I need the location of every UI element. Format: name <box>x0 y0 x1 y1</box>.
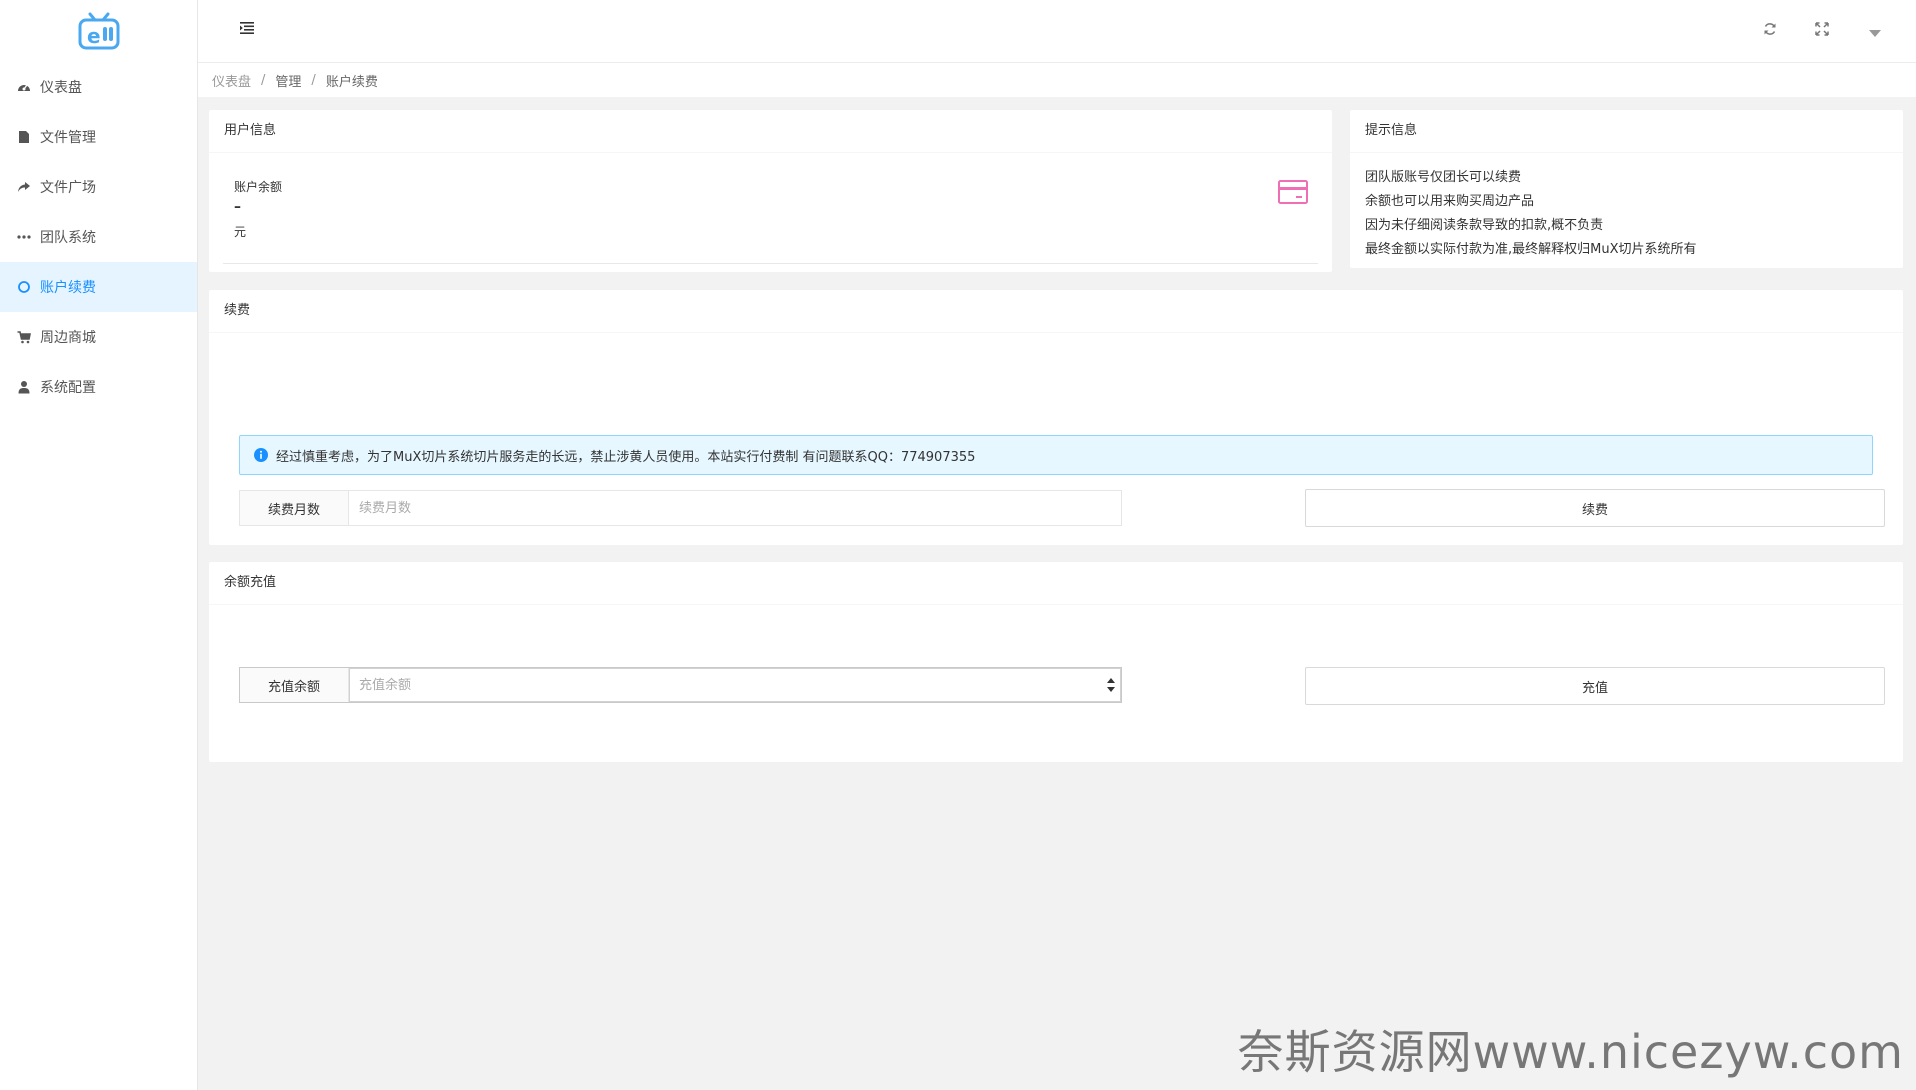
breadcrumb-separator: / <box>261 72 266 88</box>
tv-logo-icon: e <box>78 12 119 50</box>
watermark: 奈斯资源网www.nicezyw.com <box>1237 1025 1904 1079</box>
breadcrumb-item-current: 账户续费 <box>325 74 378 90</box>
menu-fold-icon[interactable] <box>240 22 254 38</box>
tips-card: 提示信息 团队版账号仅团长可以续费 余额也可以用来购买周边产品 因为未仔细阅读条… <box>1350 110 1903 268</box>
sidebar: e 仪表盘 文件管理 文件广场 团队系统 账户续费 周边商城 系统配置 <box>0 0 198 1090</box>
balance-unit: 元 <box>234 225 247 239</box>
renew-card: 续费 经过慎重考虑，为了MuX切片系统切片服务走的长远，禁止涉黄人员使用。本站实… <box>209 290 1903 545</box>
user-info-card: 用户信息 账户余额 – 元 <box>209 110 1332 272</box>
sidebar-item-label: 团队系统 <box>40 230 96 246</box>
user-info-title: 用户信息 <box>209 110 1332 153</box>
breadcrumb-item-manage[interactable]: 管理 <box>275 71 301 90</box>
renew-notice: 经过慎重考虑，为了MuX切片系统切片服务走的长远，禁止涉黄人员使用。本站实行付费… <box>239 435 1873 475</box>
sidebar-item-label: 文件广场 <box>40 180 96 196</box>
tip-line: 团队版账号仅团长可以续费 <box>1365 170 1522 185</box>
sidebar-item-file-square[interactable]: 文件广场 <box>0 162 197 212</box>
sidebar-item-renew[interactable]: 账户续费 <box>0 262 197 312</box>
tips-body: 团队版账号仅团长可以续费 余额也可以用来购买周边产品 因为未仔细阅读条款导致的扣… <box>1350 153 1903 269</box>
dashboard-icon <box>16 79 32 95</box>
cart-icon <box>16 329 32 345</box>
tip-line: 因为未仔细阅读条款导致的扣款,概不负责 <box>1365 218 1604 233</box>
sidebar-item-dashboard[interactable]: 仪表盘 <box>0 62 197 112</box>
renew-months-label: 续费月数 <box>240 491 349 525</box>
top-bar <box>198 0 1916 63</box>
balance-divider <box>223 263 1318 264</box>
info-icon <box>254 448 268 462</box>
balance-value: – <box>234 199 241 215</box>
number-spinner-icon[interactable] <box>1107 678 1115 696</box>
renew-months-input[interactable] <box>349 491 1121 525</box>
sidebar-item-label: 系统配置 <box>40 380 96 396</box>
sidebar-item-label: 仪表盘 <box>40 80 82 96</box>
renew-months-group: 续费月数 <box>239 490 1122 526</box>
recharge-card: 余额充值 充值余额 充值 <box>209 562 1903 762</box>
file-icon <box>16 129 32 145</box>
user-icon <box>16 379 32 395</box>
recharge-amount-label: 充值余额 <box>240 668 349 702</box>
fullscreen-icon[interactable] <box>1815 22 1829 40</box>
refresh-icon[interactable] <box>1763 22 1777 40</box>
breadcrumb-separator: / <box>311 72 316 88</box>
svg-text:e: e <box>87 24 101 48</box>
tips-title: 提示信息 <box>1350 110 1903 153</box>
more-icon <box>16 229 32 245</box>
sidebar-nav: 仪表盘 文件管理 文件广场 团队系统 账户续费 周边商城 系统配置 <box>0 62 197 412</box>
recharge-amount-group: 充值余额 <box>239 667 1122 703</box>
breadcrumb-item-dashboard[interactable]: 仪表盘 <box>212 71 251 90</box>
renew-title: 续费 <box>209 290 1903 333</box>
sidebar-item-config[interactable]: 系统配置 <box>0 362 197 412</box>
recharge-amount-input[interactable] <box>349 668 1121 702</box>
sidebar-item-label: 文件管理 <box>40 130 96 146</box>
recharge-body: 充值余额 充值 <box>209 605 1903 763</box>
user-info-body: 账户余额 – 元 <box>209 153 1332 273</box>
tips-list: 团队版账号仅团长可以续费 余额也可以用来购买周边产品 因为未仔细阅读条款导致的扣… <box>1365 166 1697 262</box>
renew-body: 经过慎重考虑，为了MuX切片系统切片服务走的长远，禁止涉黄人员使用。本站实行付费… <box>209 333 1903 546</box>
renew-notice-text: 经过慎重考虑，为了MuX切片系统切片服务走的长远，禁止涉黄人员使用。本站实行付费… <box>276 449 976 465</box>
balance-label: 账户余额 <box>234 180 283 194</box>
tip-line: 余额也可以用来购买周边产品 <box>1365 194 1535 209</box>
chevron-down-icon[interactable] <box>1869 25 1881 41</box>
tip-line: 最终金额以实际付款为准,最终解释权归MuX切片系统所有 <box>1365 242 1697 257</box>
circle-icon <box>16 279 32 295</box>
logo[interactable]: e <box>0 0 197 62</box>
share-icon <box>16 179 32 195</box>
sidebar-item-shop[interactable]: 周边商城 <box>0 312 197 362</box>
breadcrumb: 仪表盘 / 管理 / 账户续费 <box>198 63 1916 97</box>
sidebar-item-file-manage[interactable]: 文件管理 <box>0 112 197 162</box>
sidebar-item-team[interactable]: 团队系统 <box>0 212 197 262</box>
sidebar-item-label: 周边商城 <box>40 330 96 346</box>
recharge-title: 余额充值 <box>209 562 1903 605</box>
recharge-button[interactable]: 充值 <box>1305 667 1885 705</box>
renew-button[interactable]: 续费 <box>1305 489 1885 527</box>
sidebar-item-label: 账户续费 <box>40 280 96 296</box>
credit-card-icon <box>1278 180 1308 208</box>
